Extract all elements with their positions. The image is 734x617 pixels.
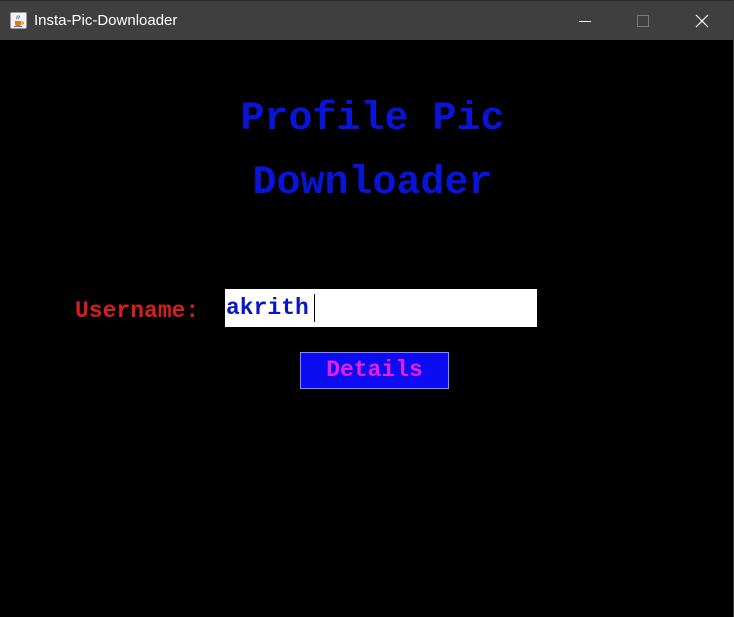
close-icon xyxy=(695,14,709,28)
maximize-icon xyxy=(637,15,649,27)
main-content: Profile Pic Downloader Username: Details xyxy=(0,40,733,617)
minimize-button[interactable] xyxy=(556,1,614,41)
page-title-line-2: Downloader xyxy=(252,161,493,206)
title-bar[interactable]: Insta-Pic-Downloader xyxy=(0,0,733,40)
username-input[interactable] xyxy=(225,289,537,327)
window-title: Insta-Pic-Downloader xyxy=(34,12,178,29)
minimize-icon xyxy=(579,21,591,22)
maximize-button[interactable] xyxy=(614,1,672,41)
details-button[interactable]: Details xyxy=(300,352,449,389)
page-title-line-1: Profile Pic xyxy=(240,97,505,142)
text-caret xyxy=(314,294,315,322)
app-window: Insta-Pic-Downloader Profile Pic Downloa… xyxy=(0,0,733,617)
username-label: Username: xyxy=(75,298,200,324)
java-cup-icon xyxy=(10,12,27,29)
close-button[interactable] xyxy=(673,1,731,41)
